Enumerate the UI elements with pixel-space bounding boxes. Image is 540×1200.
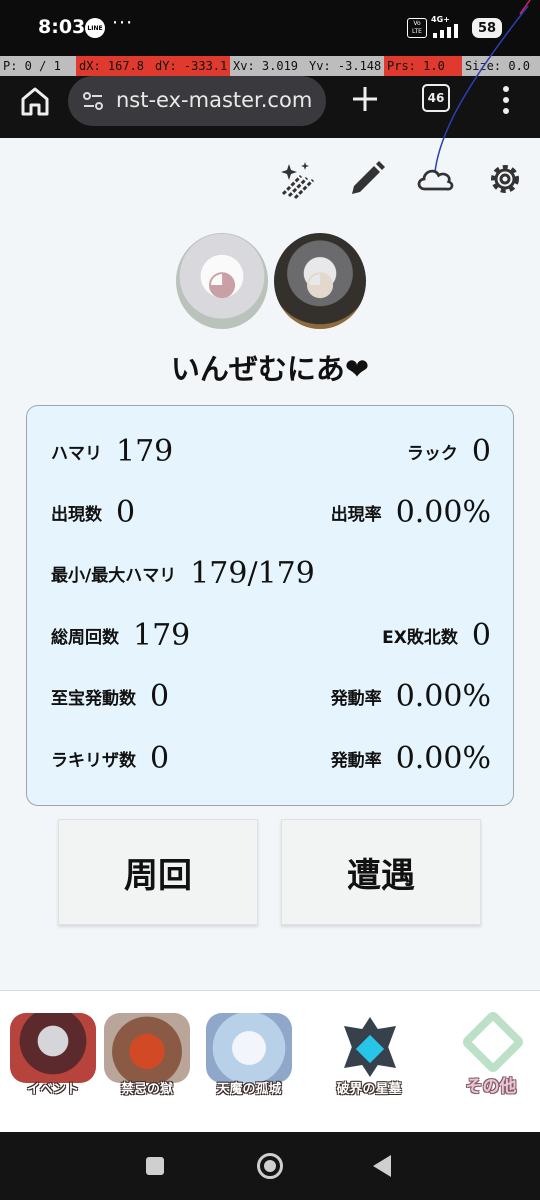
treasure-label: 至宝発動数 <box>51 689 136 709</box>
nav-event-label: イベント <box>26 1082 79 1097</box>
debug-dx: dX: 167.8 <box>76 56 152 76</box>
nav-tenma-button[interactable]: 天魔の孤城 <box>202 1009 296 1105</box>
status-bar: 8:03 LINE ··· Vo LTE 4G+ 58 <box>0 0 540 56</box>
site-settings-icon[interactable] <box>82 90 104 112</box>
stats-card: ハマリ 179 ラック 0 出現数 0 出現率 0.00% 最小/最大ハマリ 179/17… <box>26 405 514 806</box>
appear-count-value: 0 <box>116 495 136 530</box>
username-title: いんぜむにあ❤ <box>170 352 370 386</box>
debug-prs: Prs: 1.0 <box>384 56 462 76</box>
minmax-label: 最小/最大ハマリ <box>51 566 177 586</box>
status-time: 8:03 <box>38 16 86 38</box>
more-notifications-icon: ··· <box>112 12 134 34</box>
stats-row-hamari: ハマリ 179 ラック 0 <box>51 434 491 478</box>
treasure-value: 0 <box>150 679 170 714</box>
appear-rate-value: 0.00% <box>395 495 491 530</box>
quest-nav-bar: イベント 禁忌の獄 天魔の孤城 破界の星墓 その他 <box>0 990 540 1132</box>
total-runs-value: 179 <box>133 618 191 653</box>
treasure-rate-value: 0.00% <box>395 679 491 714</box>
nav-haoku-label: 破界の星墓 <box>336 1082 402 1097</box>
stats-row-rakiriza: ラキリザ数 0 発動率 0.00% <box>51 741 491 785</box>
event-icon <box>10 1013 96 1083</box>
hamari-value: 179 <box>116 434 174 469</box>
character-avatar-1[interactable]: ◕ <box>176 233 268 329</box>
rakiriza-rate-label: 発動率 <box>330 751 382 771</box>
kinki-icon <box>104 1013 190 1083</box>
battery-icon: 58 <box>472 18 502 38</box>
hamari-label: ハマリ <box>51 444 102 464</box>
nav-other-label: その他 <box>465 1077 517 1097</box>
ex-defeat-label: EX敗北数 <box>382 628 458 648</box>
tab-switcher-button[interactable]: 46 <box>422 84 450 112</box>
appear-count-label: 出現数 <box>51 505 102 525</box>
nav-kinki-label: 禁忌の獄 <box>120 1082 173 1097</box>
android-nav-bar <box>0 1132 540 1200</box>
nav-kinki-button[interactable]: 禁忌の獄 <box>100 1009 194 1105</box>
nav-other-button[interactable]: その他 <box>444 1009 538 1105</box>
debug-dy: dY: -333.1 <box>152 56 230 76</box>
recents-icon[interactable] <box>146 1157 164 1175</box>
character-face-icon: ◕ <box>207 262 237 303</box>
line-app-icon: LINE <box>85 18 105 38</box>
debug-xv: Xv: 3.019 <box>230 56 306 76</box>
debug-yv: Yv: -3.148 <box>306 56 384 76</box>
tenma-icon <box>206 1013 292 1083</box>
pointer-debug-bar: P: 0 / 1 dX: 167.8 dY: -333.1 Xv: 3.019 … <box>0 56 540 76</box>
minmax-value: 179/179 <box>190 556 315 591</box>
network-type: 4G+ <box>431 15 450 24</box>
address-bar[interactable]: nst-ex-master.com <box>68 76 326 126</box>
stats-row-total: 総周回数 179 EX敗北数 0 <box>51 618 491 662</box>
browser-toolbar: nst-ex-master.com 46 <box>0 76 540 138</box>
luck-value: 0 <box>471 434 491 469</box>
rakiriza-value: 0 <box>150 741 170 776</box>
stats-row-appear: 出現数 0 出現率 0.00% <box>51 495 491 539</box>
home-circle-icon[interactable] <box>257 1153 283 1179</box>
character-face-icon: ◕ <box>305 262 335 303</box>
treasure-rate-label: 発動率 <box>330 689 382 709</box>
rakiriza-rate-value: 0.00% <box>395 741 491 776</box>
stats-row-treasure: 至宝発動数 0 発動率 0.00% <box>51 679 491 723</box>
nav-event-button[interactable]: イベント <box>6 1009 100 1105</box>
settings-gear-icon[interactable] <box>484 158 526 200</box>
new-tab-icon[interactable] <box>350 84 380 114</box>
home-icon[interactable] <box>18 84 52 118</box>
debug-pointer: P: 0 / 1 <box>0 56 76 76</box>
nav-haoku-button[interactable]: 破界の星墓 <box>322 1009 416 1105</box>
encounter-button[interactable]: 遭遇 <box>281 819 481 925</box>
debug-size: Size: 0.0 <box>462 56 540 76</box>
back-icon[interactable] <box>373 1155 391 1177</box>
cloud-icon[interactable] <box>414 158 456 200</box>
nav-tenma-label: 天魔の孤城 <box>216 1082 282 1097</box>
stats-row-minmax: 最小/最大ハマリ 179/179 <box>51 556 491 600</box>
signal-icon <box>433 24 458 38</box>
run-button[interactable]: 周回 <box>58 819 258 925</box>
ex-defeat-value: 0 <box>471 618 491 653</box>
sparkle-icon[interactable] <box>277 158 319 200</box>
more-menu-icon[interactable] <box>496 84 516 116</box>
edit-icon[interactable] <box>346 158 388 200</box>
appear-rate-label: 出現率 <box>330 505 382 525</box>
rakiriza-label: ラキリザ数 <box>51 751 136 771</box>
character-avatar-2[interactable]: ◕ <box>274 233 366 329</box>
volte-icon: Vo LTE <box>407 18 427 38</box>
url-text: nst-ex-master.com <box>116 88 313 112</box>
total-runs-label: 総周回数 <box>51 628 119 648</box>
luck-label: ラック <box>406 444 458 464</box>
